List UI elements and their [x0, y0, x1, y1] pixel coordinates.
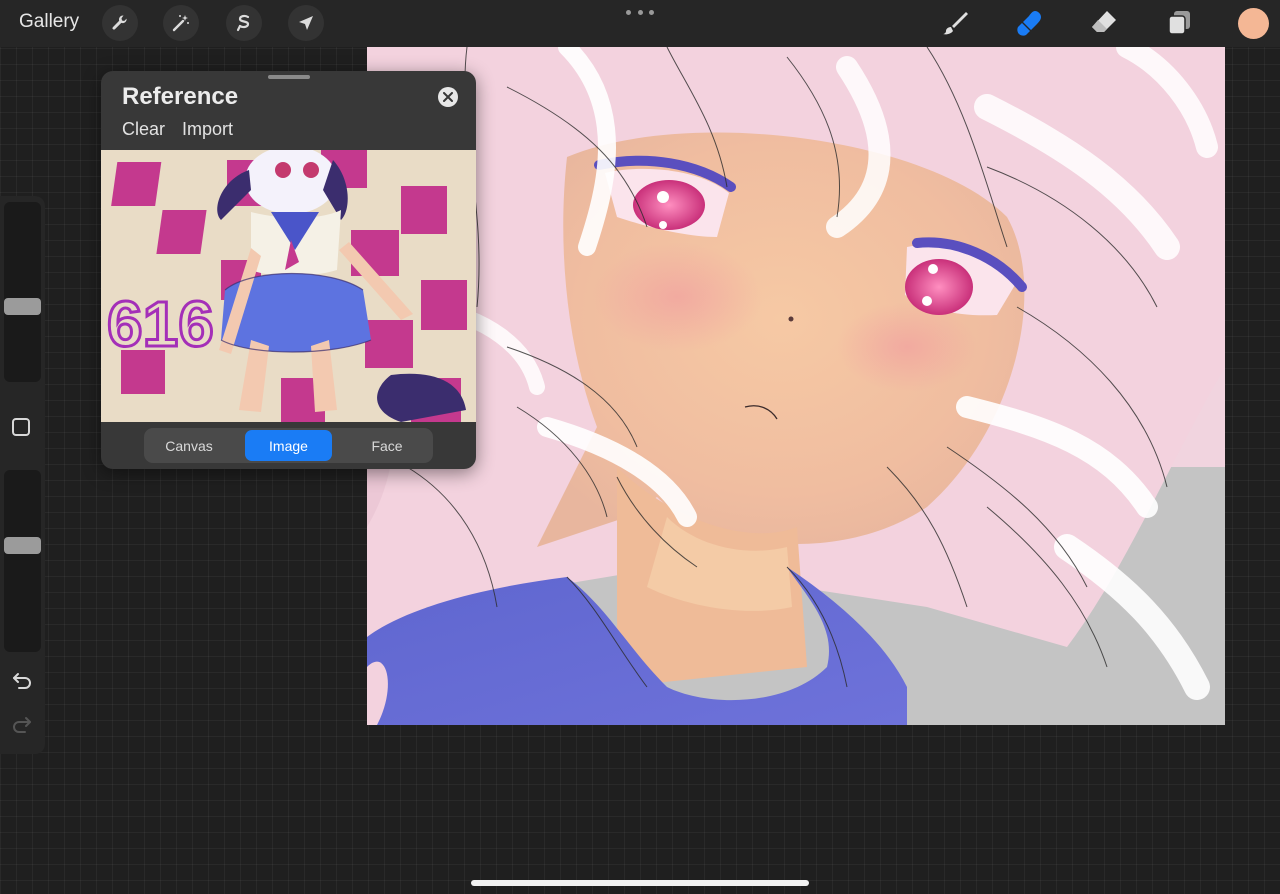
modify-button[interactable]	[12, 418, 30, 436]
reference-import-button[interactable]: Import	[182, 119, 233, 140]
selection-button[interactable]	[226, 5, 262, 41]
opacity-thumb[interactable]	[4, 537, 41, 554]
redo-button[interactable]	[10, 712, 34, 736]
reference-title: Reference	[122, 83, 239, 110]
wrench-icon	[112, 15, 127, 30]
brush-icon	[943, 12, 968, 35]
selection-icon	[236, 14, 250, 32]
layers-icon	[1168, 11, 1190, 35]
top-toolbar: Gallery	[0, 0, 1280, 47]
layers-button[interactable]	[1161, 5, 1197, 41]
opacity-slider[interactable]	[4, 470, 41, 652]
tab-face[interactable]: Face	[344, 430, 430, 461]
transform-button[interactable]	[288, 5, 324, 41]
tab-image[interactable]: Image	[245, 430, 332, 461]
reference-image-text: 616	[107, 288, 214, 360]
gallery-button[interactable]: Gallery	[19, 11, 79, 33]
procreate-workspace: Gallery Reference Clear Import 616 Canva…	[0, 0, 1280, 894]
close-icon	[443, 92, 453, 102]
redo-icon	[13, 717, 31, 733]
reference-panel: Reference Clear Import 616 Canvas Image …	[101, 71, 476, 469]
brush-button[interactable]	[937, 5, 973, 41]
reference-mode-selector: Canvas Image Face	[144, 428, 433, 463]
tab-canvas[interactable]: Canvas	[146, 430, 232, 461]
color-picker-button[interactable]	[1238, 8, 1269, 39]
reference-close-button[interactable]	[438, 87, 458, 107]
home-indicator[interactable]	[471, 880, 809, 886]
brush-size-slider[interactable]	[4, 202, 41, 382]
panel-grabber[interactable]	[268, 75, 310, 79]
drawing-canvas[interactable]	[367, 47, 1225, 725]
adjustments-button[interactable]	[163, 5, 199, 41]
smudge-icon	[1017, 11, 1041, 36]
canvas-artwork	[367, 47, 1225, 725]
transform-arrow-icon	[299, 16, 313, 30]
eraser-icon	[1092, 11, 1116, 32]
undo-icon	[13, 673, 31, 689]
smudge-button[interactable]	[1012, 5, 1048, 41]
more-options-icon[interactable]	[626, 4, 654, 20]
left-sidebar	[0, 196, 45, 754]
brush-size-thumb[interactable]	[4, 298, 41, 315]
reference-clear-button[interactable]: Clear	[122, 119, 165, 140]
reference-artwork: 616	[101, 150, 476, 422]
reference-image[interactable]: 616	[101, 150, 476, 422]
eraser-button[interactable]	[1086, 5, 1122, 41]
actions-button[interactable]	[102, 5, 138, 41]
undo-button[interactable]	[10, 668, 34, 692]
magic-wand-icon	[172, 15, 189, 32]
